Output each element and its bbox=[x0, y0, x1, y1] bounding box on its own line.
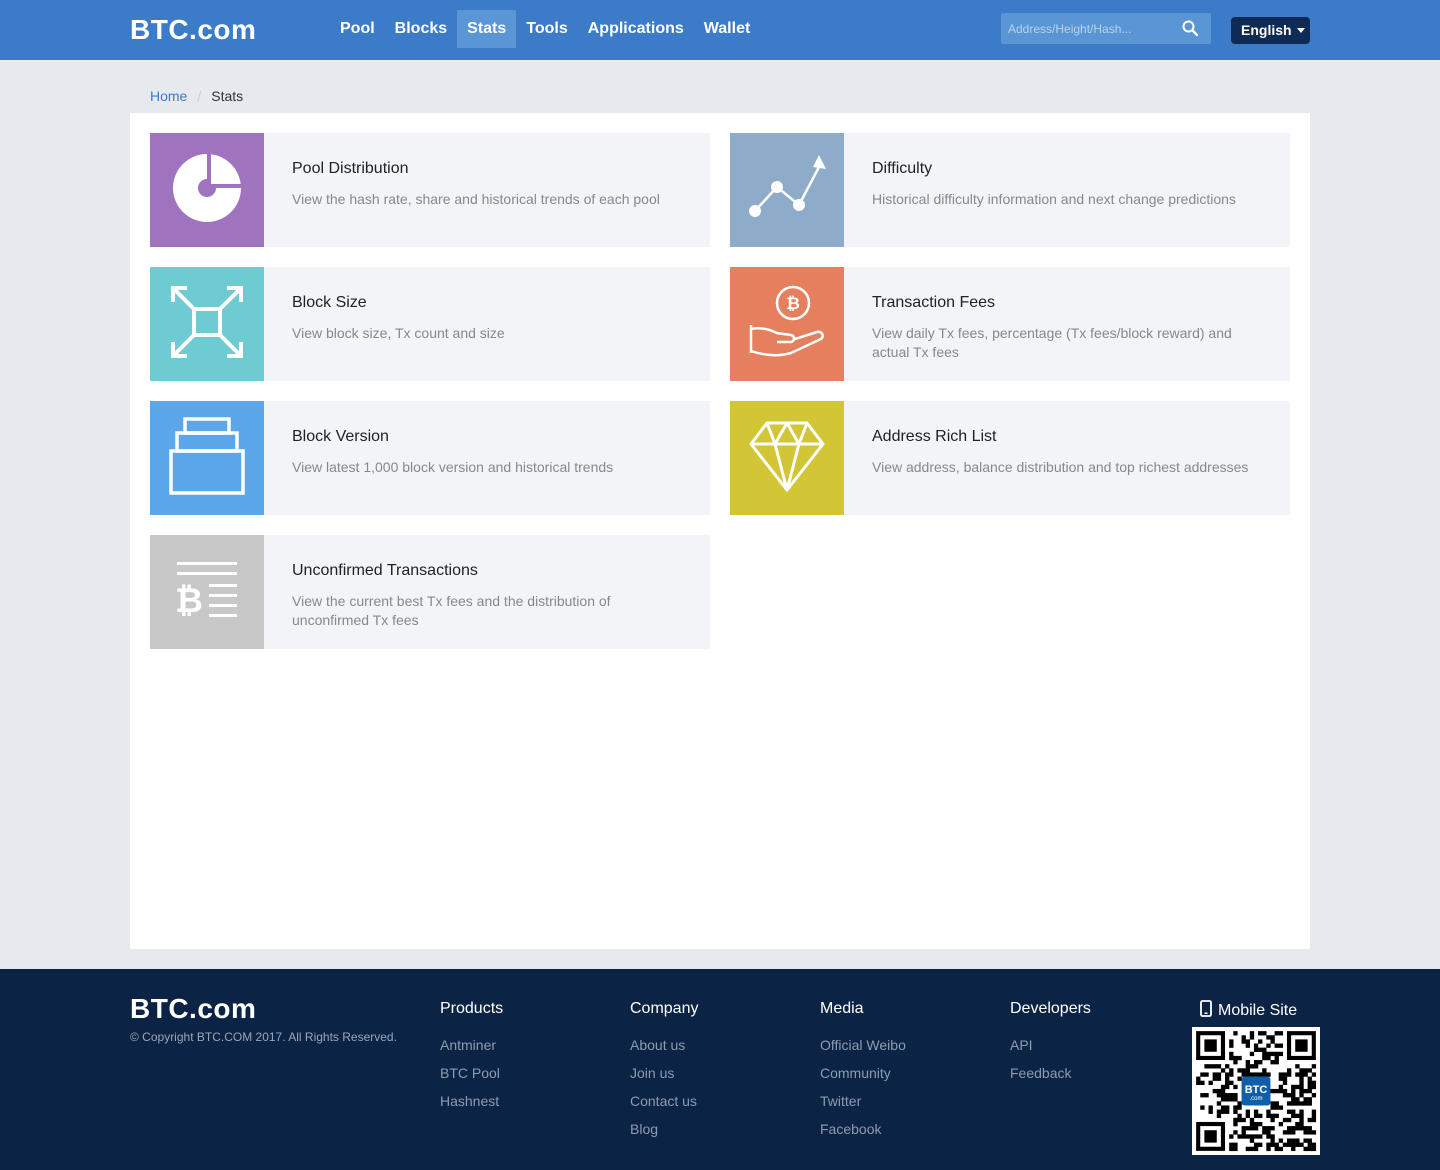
footer-column-title: Developers bbox=[1010, 1000, 1091, 1017]
nav-item-applications[interactable]: Applications bbox=[578, 10, 694, 48]
breadcrumb: Home / Stats bbox=[150, 88, 243, 104]
breadcrumb-current: Stats bbox=[211, 88, 244, 104]
nav-item-tools[interactable]: Tools bbox=[516, 10, 577, 48]
nav-item-stats[interactable]: Stats bbox=[457, 10, 517, 48]
card-difficulty[interactable]: Difficulty Historical difficulty informa… bbox=[730, 133, 1290, 247]
card-icon-box bbox=[150, 401, 264, 515]
mobile-site-label: Mobile Site bbox=[1218, 1002, 1298, 1019]
breadcrumb-home-link[interactable]: Home bbox=[150, 88, 187, 104]
card-icon-box bbox=[150, 133, 264, 247]
nav-item-wallet[interactable]: Wallet bbox=[694, 10, 761, 48]
search-input[interactable] bbox=[1001, 13, 1176, 44]
footer-link-btc-pool[interactable]: BTC Pool bbox=[440, 1064, 503, 1082]
card-address-rich-list[interactable]: Address Rich List View address, balance … bbox=[730, 401, 1290, 515]
footer-link-blog[interactable]: Blog bbox=[630, 1120, 698, 1138]
footer-column-title: Media bbox=[820, 1000, 864, 1017]
footer-link-contact-us[interactable]: Contact us bbox=[630, 1092, 698, 1110]
card-description: View address, balance distribution and t… bbox=[872, 459, 1249, 475]
card-description: View the hash rate, share and historical… bbox=[292, 191, 660, 207]
language-dropdown[interactable]: English bbox=[1231, 17, 1310, 44]
mobile-phone-icon bbox=[1200, 1000, 1218, 1022]
card-title: Address Rich List bbox=[872, 428, 997, 445]
caret-down-icon bbox=[1296, 27, 1305, 33]
qr-badge-text: BTC bbox=[1245, 1084, 1268, 1096]
card-icon-box bbox=[730, 401, 844, 515]
footer-column-title: Products bbox=[440, 1000, 504, 1017]
bitcoin-list-icon: ₿ bbox=[175, 560, 239, 625]
card-icon-box bbox=[730, 133, 844, 247]
card-block-size[interactable]: Block Size View block size, Tx count and… bbox=[150, 267, 710, 381]
card-title: Unconfirmed Transactions bbox=[292, 562, 478, 579]
footer-column-media: Media Official Weibo Community Twitter F… bbox=[820, 1000, 906, 1148]
card-description: View the current best Tx fees and the di… bbox=[292, 593, 611, 628]
svg-text:₿: ₿ bbox=[175, 581, 203, 620]
breadcrumb-separator: / bbox=[197, 88, 202, 104]
footer-column-title: Company bbox=[630, 1000, 699, 1017]
card-description: Historical difficulty information and ne… bbox=[872, 191, 1236, 207]
trend-line-icon bbox=[747, 153, 827, 228]
language-label: English bbox=[1241, 22, 1292, 38]
nav-item-pool[interactable]: Pool bbox=[330, 10, 385, 48]
svg-text:₿: ₿ bbox=[786, 294, 800, 314]
footer-column-developers: Developers API Feedback bbox=[1010, 1000, 1091, 1092]
card-title: Block Version bbox=[292, 428, 389, 445]
stacked-blocks-icon bbox=[169, 416, 245, 501]
search-box bbox=[1001, 13, 1211, 44]
footer-logo[interactable]: BTC.com bbox=[130, 993, 256, 1025]
card-description: View daily Tx fees, percentage (Tx fees/… bbox=[872, 325, 1232, 360]
expand-arrows-icon bbox=[169, 284, 245, 365]
footer-link-antminer[interactable]: Antminer bbox=[440, 1036, 503, 1054]
card-title: Transaction Fees bbox=[872, 294, 996, 311]
card-icon-box: ₿ bbox=[150, 535, 264, 649]
bitcoin-hand-icon: ₿ bbox=[747, 285, 827, 364]
site-logo[interactable]: BTC.com bbox=[130, 14, 256, 46]
footer-link-twitter[interactable]: Twitter bbox=[820, 1092, 906, 1110]
pie-chart-icon bbox=[170, 151, 244, 230]
footer-link-about-us[interactable]: About us bbox=[630, 1036, 698, 1054]
footer-link-community[interactable]: Community bbox=[820, 1064, 906, 1082]
footer-link-official-weibo[interactable]: Official Weibo bbox=[820, 1036, 906, 1054]
mobile-site-link[interactable]: Mobile Site bbox=[1200, 1000, 1297, 1022]
qr-badge-subtext: .com bbox=[1249, 1096, 1262, 1102]
card-icon-box: ₿ bbox=[730, 267, 844, 381]
diamond-icon bbox=[749, 420, 825, 497]
card-title: Pool Distribution bbox=[292, 160, 409, 177]
footer-link-join-us[interactable]: Join us bbox=[630, 1064, 698, 1082]
mobile-site-qr-code: BTC .com bbox=[1192, 1027, 1320, 1155]
footer-copyright: © Copyright BTC.COM 2017. All Rights Res… bbox=[130, 1030, 397, 1044]
search-icon[interactable] bbox=[1182, 20, 1199, 37]
footer-link-api[interactable]: API bbox=[1010, 1036, 1091, 1054]
top-navbar: BTC.com Pool Blocks Stats Tools Applicat… bbox=[0, 0, 1440, 60]
card-unconfirmed-transactions[interactable]: ₿ Unconfirmed Transactions View the curr… bbox=[150, 535, 710, 649]
stats-panel: Pool Distribution View the hash rate, sh… bbox=[130, 113, 1310, 949]
card-title: Difficulty bbox=[872, 160, 933, 177]
qr-code-image: BTC.com bbox=[1196, 1031, 1317, 1152]
card-block-version[interactable]: Block Version View latest 1,000 block ve… bbox=[150, 401, 710, 515]
footer-link-hashnest[interactable]: Hashnest bbox=[440, 1092, 503, 1110]
footer-link-feedback[interactable]: Feedback bbox=[1010, 1064, 1091, 1082]
card-description: View latest 1,000 block version and hist… bbox=[292, 459, 614, 475]
nav-item-blocks[interactable]: Blocks bbox=[385, 10, 457, 48]
footer-column-company: Company About us Join us Contact us Blog bbox=[630, 1000, 698, 1148]
card-icon-box bbox=[150, 267, 264, 381]
card-transaction-fees[interactable]: ₿ Transaction Fees View daily Tx fees, p… bbox=[730, 267, 1290, 381]
footer-column-products: Products Antminer BTC Pool Hashnest bbox=[440, 1000, 503, 1120]
card-title: Block Size bbox=[292, 294, 367, 311]
footer-link-facebook[interactable]: Facebook bbox=[820, 1120, 906, 1138]
card-pool-distribution[interactable]: Pool Distribution View the hash rate, sh… bbox=[150, 133, 710, 247]
card-description: View block size, Tx count and size bbox=[292, 325, 505, 341]
footer: BTC.com © Copyright BTC.COM 2017. All Ri… bbox=[0, 969, 1440, 1170]
main-nav: Pool Blocks Stats Tools Applications Wal… bbox=[330, 10, 760, 48]
